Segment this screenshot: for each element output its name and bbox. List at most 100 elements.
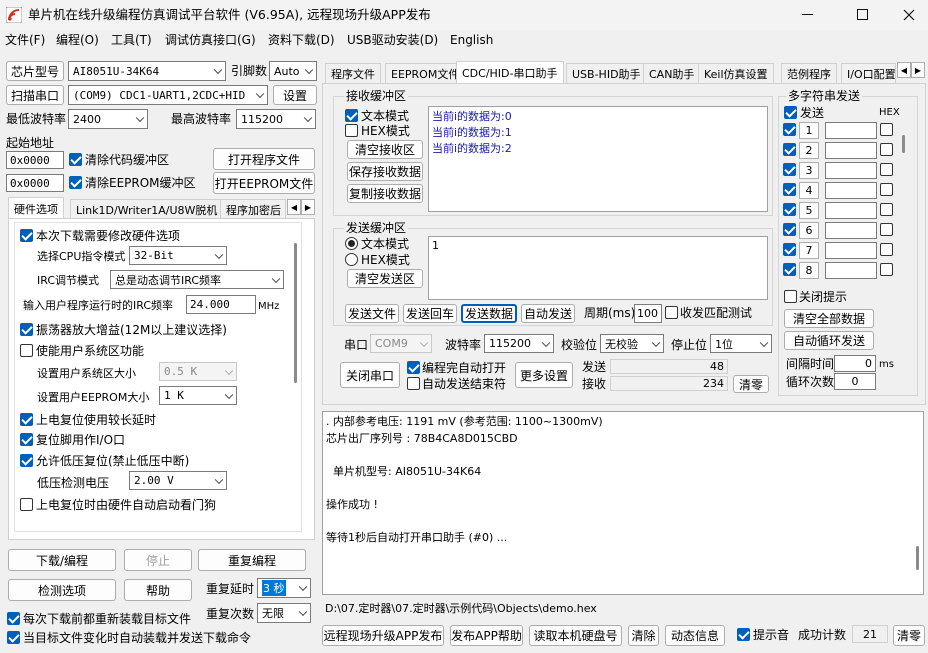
stop-button[interactable]: 停止 xyxy=(124,549,192,571)
interval-input[interactable]: 0 xyxy=(834,355,876,372)
start-addr-input[interactable]: 0x0000 xyxy=(6,151,64,169)
tab-scroll-left[interactable]: ◀ xyxy=(287,199,301,215)
multi-row-send-button[interactable]: 1 xyxy=(799,122,819,139)
tab-encrypt[interactable]: 程序加密后 xyxy=(220,199,286,219)
remote-upgrade-button[interactable]: 远程现场升级APP发布 xyxy=(322,625,444,646)
receive-area[interactable]: 当前i的数据为:0 当前i的数据为:1 当前i的数据为:2 xyxy=(428,106,768,212)
baud-select[interactable]: 115200 xyxy=(484,334,554,353)
low-volt-checkbox[interactable] xyxy=(20,454,33,467)
detect-options-button[interactable]: 检测选项 xyxy=(8,579,116,601)
multi-row-hex-checkbox[interactable] xyxy=(880,123,893,136)
repeat-delay-select[interactable]: 3 秒 xyxy=(257,578,311,598)
min-baud-select[interactable]: 2400 xyxy=(68,109,148,129)
multi-row-hex-checkbox[interactable] xyxy=(880,263,893,276)
lv-detect-select[interactable]: 2.00 V xyxy=(129,471,227,490)
dynamic-info-button[interactable]: 动态信息 xyxy=(665,625,725,646)
menu-english[interactable]: English xyxy=(450,32,493,48)
close-icon[interactable] xyxy=(903,9,915,21)
send-hex-mode-radio[interactable] xyxy=(345,253,358,266)
clear-eeprom-checkbox[interactable] xyxy=(69,176,82,189)
reprogram-button[interactable]: 重复编程 xyxy=(198,549,306,571)
help-button[interactable]: 帮助 xyxy=(124,579,192,601)
beep-checkbox[interactable] xyxy=(737,628,750,641)
multi-row-enable-checkbox[interactable] xyxy=(783,263,796,276)
clear-receive-button[interactable]: 清空接收区 xyxy=(347,140,423,159)
multi-row-input[interactable] xyxy=(825,262,877,279)
multi-row-send-button[interactable]: 6 xyxy=(799,222,819,239)
publish-help-button[interactable]: 发布APP帮助 xyxy=(450,625,523,646)
send-cr-button[interactable]: 发送回车 xyxy=(403,304,457,323)
tab-examples[interactable]: 范例程序 xyxy=(781,63,837,83)
menu-tools[interactable]: 工具(T) xyxy=(111,32,152,48)
multi-row-hex-checkbox[interactable] xyxy=(880,243,893,256)
tab-keil[interactable]: Keil仿真设置 xyxy=(698,63,774,83)
multi-send-all-checkbox[interactable] xyxy=(784,106,797,119)
reset-io-checkbox[interactable] xyxy=(20,433,33,446)
multi-row-send-button[interactable]: 3 xyxy=(799,162,819,179)
send-area[interactable]: 1 xyxy=(428,236,768,300)
hardware-scrollbar[interactable] xyxy=(294,243,297,383)
repeat-count-select[interactable]: 无限 xyxy=(257,603,311,623)
zero-count-button[interactable]: 清零 xyxy=(893,625,925,646)
multi-row-input[interactable] xyxy=(825,202,877,219)
pins-select[interactable]: Auto xyxy=(269,61,317,81)
clear-send-button[interactable]: 清空发送区 xyxy=(347,269,423,288)
copy-receive-button[interactable]: 复制接收数据 xyxy=(347,184,423,203)
tab-io-config[interactable]: I/O口配置 xyxy=(841,63,896,83)
multi-row-send-button[interactable]: 4 xyxy=(799,182,819,199)
multi-row-enable-checkbox[interactable] xyxy=(783,183,796,196)
autoload-checkbox[interactable] xyxy=(7,631,20,644)
multi-row-input[interactable] xyxy=(825,122,877,139)
irc-mode-select[interactable]: 总是动态调节IRC频率 xyxy=(110,270,284,289)
multi-row-send-button[interactable]: 5 xyxy=(799,202,819,219)
log-scrollbar[interactable] xyxy=(916,546,919,570)
multi-row-enable-checkbox[interactable] xyxy=(783,243,796,256)
period-input[interactable]: 100 xyxy=(634,304,662,323)
reload-checkbox[interactable] xyxy=(7,612,20,625)
menu-debug[interactable]: 调试仿真接口(G) xyxy=(165,32,256,48)
chip-select[interactable]: AI8051U-34K64 xyxy=(68,61,226,81)
multi-row-send-button[interactable]: 7 xyxy=(799,242,819,259)
save-receive-button[interactable]: 保存接收数据 xyxy=(347,162,423,181)
irc-freq-input[interactable]: 24.000 xyxy=(186,295,256,314)
minimize-icon[interactable] xyxy=(802,14,813,15)
match-test-checkbox[interactable] xyxy=(665,306,678,319)
multi-row-input[interactable] xyxy=(825,242,877,259)
modify-hw-checkbox[interactable] xyxy=(20,229,33,242)
port-select[interactable]: (COM9) CDC1-UART1,2CDC+HID xyxy=(68,85,268,105)
clear-counts-button[interactable]: 清零 xyxy=(733,375,769,393)
maximize-icon[interactable] xyxy=(857,9,868,20)
multi-row-send-button[interactable]: 8 xyxy=(799,262,819,279)
chip-type-button[interactable]: 芯片型号 xyxy=(6,61,64,81)
menu-program[interactable]: 编程(O) xyxy=(56,32,99,48)
multi-row-hex-checkbox[interactable] xyxy=(880,163,893,176)
multi-row-input[interactable] xyxy=(825,162,877,179)
loop-count-input[interactable]: 0 xyxy=(834,373,876,390)
scan-port-button[interactable]: 扫描串口 xyxy=(6,85,64,105)
download-button[interactable]: 下载/编程 xyxy=(8,549,116,571)
eeprom-size-select[interactable]: 1 K xyxy=(159,386,237,405)
tab-hardware[interactable]: 硬件选项 xyxy=(8,197,64,219)
multi-row-send-button[interactable]: 2 xyxy=(799,142,819,159)
more-settings-button[interactable]: 更多设置 xyxy=(515,362,573,388)
parity-select[interactable]: 无校验 xyxy=(600,334,664,353)
multi-row-input[interactable] xyxy=(825,222,877,239)
multi-row-hex-checkbox[interactable] xyxy=(880,143,893,156)
read-disk-button[interactable]: 读取本机硬盘号 xyxy=(529,625,622,646)
send-data-button[interactable]: 发送数据 xyxy=(461,304,517,323)
long-delay-checkbox[interactable] xyxy=(20,413,33,426)
clear-all-button[interactable]: 清空全部数据 xyxy=(784,309,874,328)
multi-row-input[interactable] xyxy=(825,182,877,199)
sys-size-select[interactable]: 0.5 K xyxy=(159,362,237,381)
tab-eeprom-file[interactable]: EEPROM文件 xyxy=(385,63,466,83)
send-file-button[interactable]: 发送文件 xyxy=(345,304,399,323)
eeprom-addr-input[interactable]: 0x0000 xyxy=(6,174,64,192)
multi-row-enable-checkbox[interactable] xyxy=(783,223,796,236)
clear-log-button[interactable]: 清除 xyxy=(628,625,659,646)
multi-scrollbar[interactable] xyxy=(902,135,905,153)
send-text-mode-radio[interactable] xyxy=(345,237,358,250)
tab-can[interactable]: CAN助手 xyxy=(643,63,701,83)
osc-gain-checkbox[interactable] xyxy=(20,323,33,336)
multi-row-enable-checkbox[interactable] xyxy=(783,203,796,216)
menu-usb[interactable]: USB驱动安装(D) xyxy=(347,32,438,48)
